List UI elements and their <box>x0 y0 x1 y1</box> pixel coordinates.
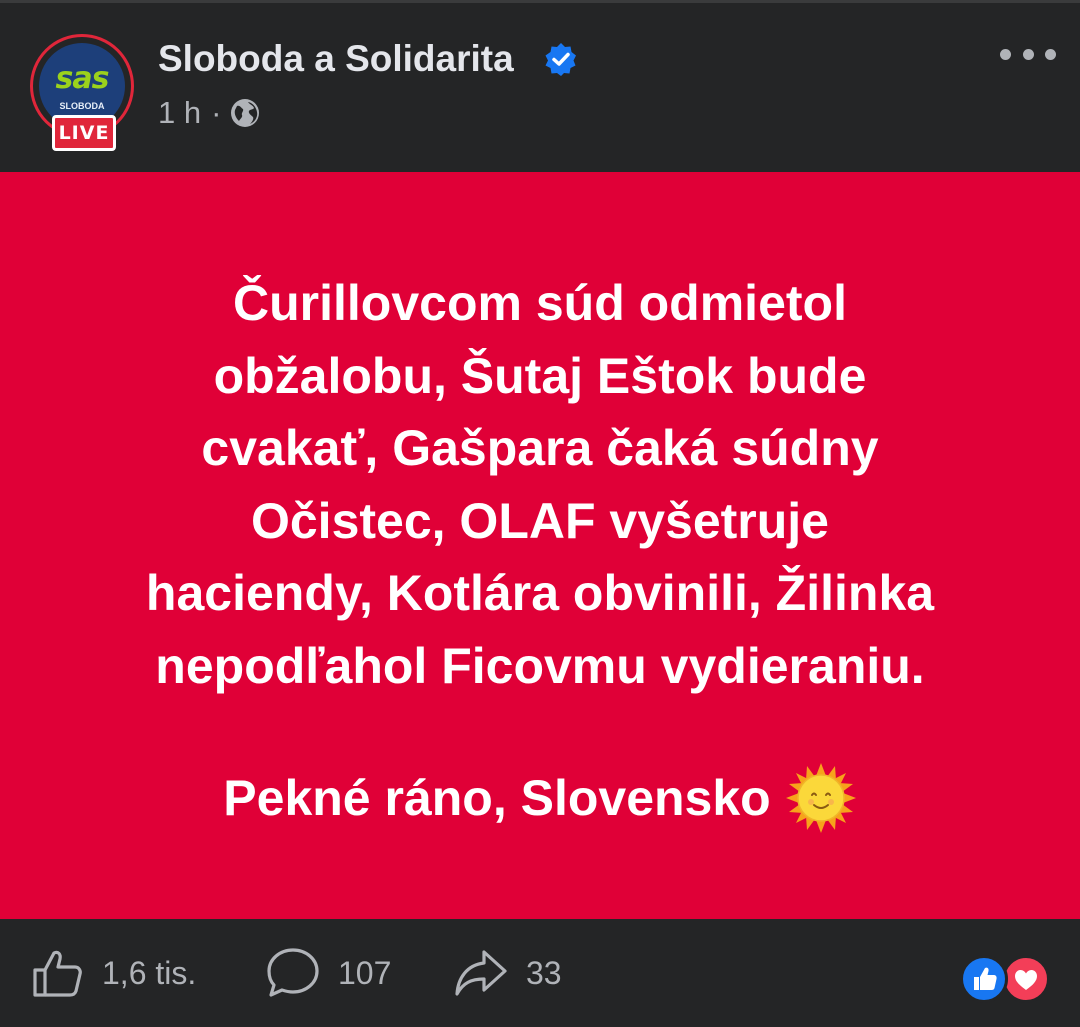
sun-emoji-icon <box>785 763 856 833</box>
headline-line: obžalobu, Šutaj Eštok bude <box>213 347 867 404</box>
sas-logo-text: sas <box>55 61 110 96</box>
globe-icon <box>231 99 260 127</box>
headline-line: Očistec, OLAF vyšetruje <box>250 492 829 549</box>
post-header: sas SLOBODA LIVE Sloboda a Solidarita 1 … <box>0 0 1080 172</box>
post-timestamp[interactable]: 1 h <box>158 95 201 131</box>
thumbs-up-icon <box>33 950 82 997</box>
more-dot <box>1022 48 1034 60</box>
headline-line: cvakať, Gašpara čaká súdny <box>201 420 879 476</box>
page-avatar[interactable]: sas SLOBODA LIVE <box>30 34 138 152</box>
greeting-text: Pekné ráno, Slovensko <box>223 770 771 826</box>
love-reaction-icon <box>1002 955 1050 1003</box>
more-dot <box>1000 48 1011 60</box>
comment-count: 107 <box>338 954 392 991</box>
like-button[interactable]: 1,6 tis. <box>32 919 196 1027</box>
share-arrow-icon <box>455 950 507 996</box>
more-dot <box>1045 48 1056 60</box>
headline-line: nepodľahol Ficovmu vydieraniu. <box>155 637 925 694</box>
page-name-link[interactable]: Sloboda a Solidarita <box>158 38 514 80</box>
share-button[interactable]: 33 <box>454 919 562 1027</box>
post-actions-bar: 1,6 tis. 107 33 <box>0 919 1080 1027</box>
top-divider <box>0 0 1080 3</box>
post-text-card: Čurillovcom súd odmietol obžalobu, Šutaj… <box>0 172 1080 919</box>
reaction-summary[interactable] <box>960 955 1052 1003</box>
headline-line: haciendy, Kotlára obvinili, Žilinka <box>145 565 935 621</box>
post-meta: 1 h · <box>158 94 261 132</box>
share-count: 33 <box>526 954 562 991</box>
meta-separator: · <box>211 95 222 130</box>
live-badge: LIVE <box>52 115 116 151</box>
like-count: 1,6 tis. <box>102 954 197 991</box>
comment-icon <box>267 948 319 997</box>
sas-logo-subtext: SLOBODA <box>59 101 105 111</box>
verified-badge-icon <box>545 43 576 76</box>
headline-line: Čurillovcom súd odmietol <box>233 275 847 331</box>
more-options-icon[interactable] <box>1000 42 1056 66</box>
post-headline: Čurillovcom súd odmietol obžalobu, Šutaj… <box>40 267 1040 702</box>
comment-button[interactable]: 107 <box>266 919 391 1027</box>
like-reaction-icon <box>960 955 1008 1003</box>
post-greeting: Pekné ráno, Slovensko <box>40 762 1040 834</box>
